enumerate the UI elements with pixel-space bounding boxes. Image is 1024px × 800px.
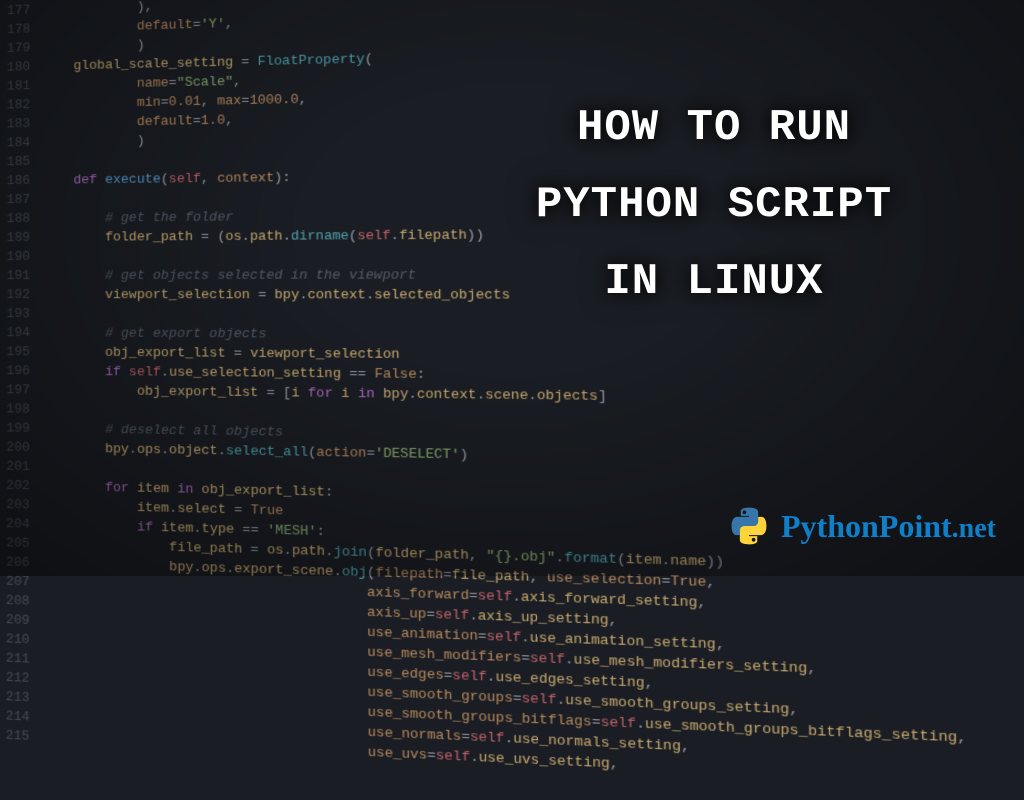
line-number: 208 bbox=[0, 591, 42, 612]
line-number: 197 bbox=[0, 380, 42, 400]
line-number: 213 bbox=[0, 687, 42, 708]
line-number: 201 bbox=[0, 456, 42, 476]
line-number: 204 bbox=[0, 514, 42, 534]
line-number: 210 bbox=[0, 629, 42, 650]
line-content: ) bbox=[42, 35, 144, 57]
line-content: # get the folder bbox=[42, 207, 233, 228]
line-number: 188 bbox=[0, 209, 42, 228]
line-number: 200 bbox=[0, 437, 42, 457]
line-number: 184 bbox=[0, 133, 42, 153]
line-number: 182 bbox=[0, 95, 42, 115]
line-number: 206 bbox=[0, 552, 42, 572]
line-number: 196 bbox=[0, 361, 42, 380]
line-number: 179 bbox=[0, 38, 42, 58]
line-number: 177 bbox=[0, 0, 42, 20]
line-number: 180 bbox=[0, 57, 42, 77]
line-number: 192 bbox=[0, 285, 42, 304]
line-number: 185 bbox=[0, 152, 42, 172]
line-number: 215 bbox=[0, 725, 41, 746]
logo: PythonPoint.net bbox=[727, 504, 996, 548]
line-number: 178 bbox=[0, 19, 42, 39]
line-number: 183 bbox=[0, 114, 42, 134]
line-content: def execute(self, context): bbox=[42, 168, 291, 190]
line-number: 187 bbox=[0, 190, 42, 209]
line-number: 189 bbox=[0, 228, 42, 247]
line-number: 199 bbox=[0, 418, 42, 438]
logo-text: PythonPoint.net bbox=[781, 508, 996, 545]
python-logo-icon bbox=[727, 504, 771, 548]
line-content: default=1.0, bbox=[42, 110, 233, 132]
line-number: 193 bbox=[0, 304, 42, 323]
title-line-3: IN LINUX bbox=[474, 244, 954, 321]
line-content: ) bbox=[42, 131, 145, 152]
line-number: 190 bbox=[0, 247, 42, 266]
line-content: folder_path = (os.path.dirname(self.file… bbox=[42, 225, 484, 247]
line-number: 205 bbox=[0, 533, 42, 553]
title-line-1: HOW TO RUN bbox=[474, 90, 954, 167]
line-number: 195 bbox=[0, 342, 42, 361]
line-number: 214 bbox=[0, 706, 41, 727]
line-number: 202 bbox=[0, 476, 42, 496]
line-number: 212 bbox=[0, 667, 42, 688]
line-number: 181 bbox=[0, 76, 42, 96]
line-number: 191 bbox=[0, 266, 42, 285]
line-number: 203 bbox=[0, 495, 42, 515]
line-content: # get objects selected in the viewport bbox=[42, 265, 416, 285]
line-number: 211 bbox=[0, 648, 42, 669]
line-number: 207 bbox=[0, 571, 42, 592]
title-line-2: PYTHON SCRIPT bbox=[474, 167, 954, 244]
line-number: 198 bbox=[0, 399, 42, 419]
line-content: # get export objects bbox=[42, 323, 267, 343]
line-number: 186 bbox=[0, 171, 42, 190]
line-number: 194 bbox=[0, 323, 42, 342]
line-content: viewport_selection = bpy.context.selecte… bbox=[42, 285, 510, 305]
line-number: 209 bbox=[0, 610, 42, 631]
banner-title: HOW TO RUN PYTHON SCRIPT IN LINUX bbox=[474, 90, 954, 321]
